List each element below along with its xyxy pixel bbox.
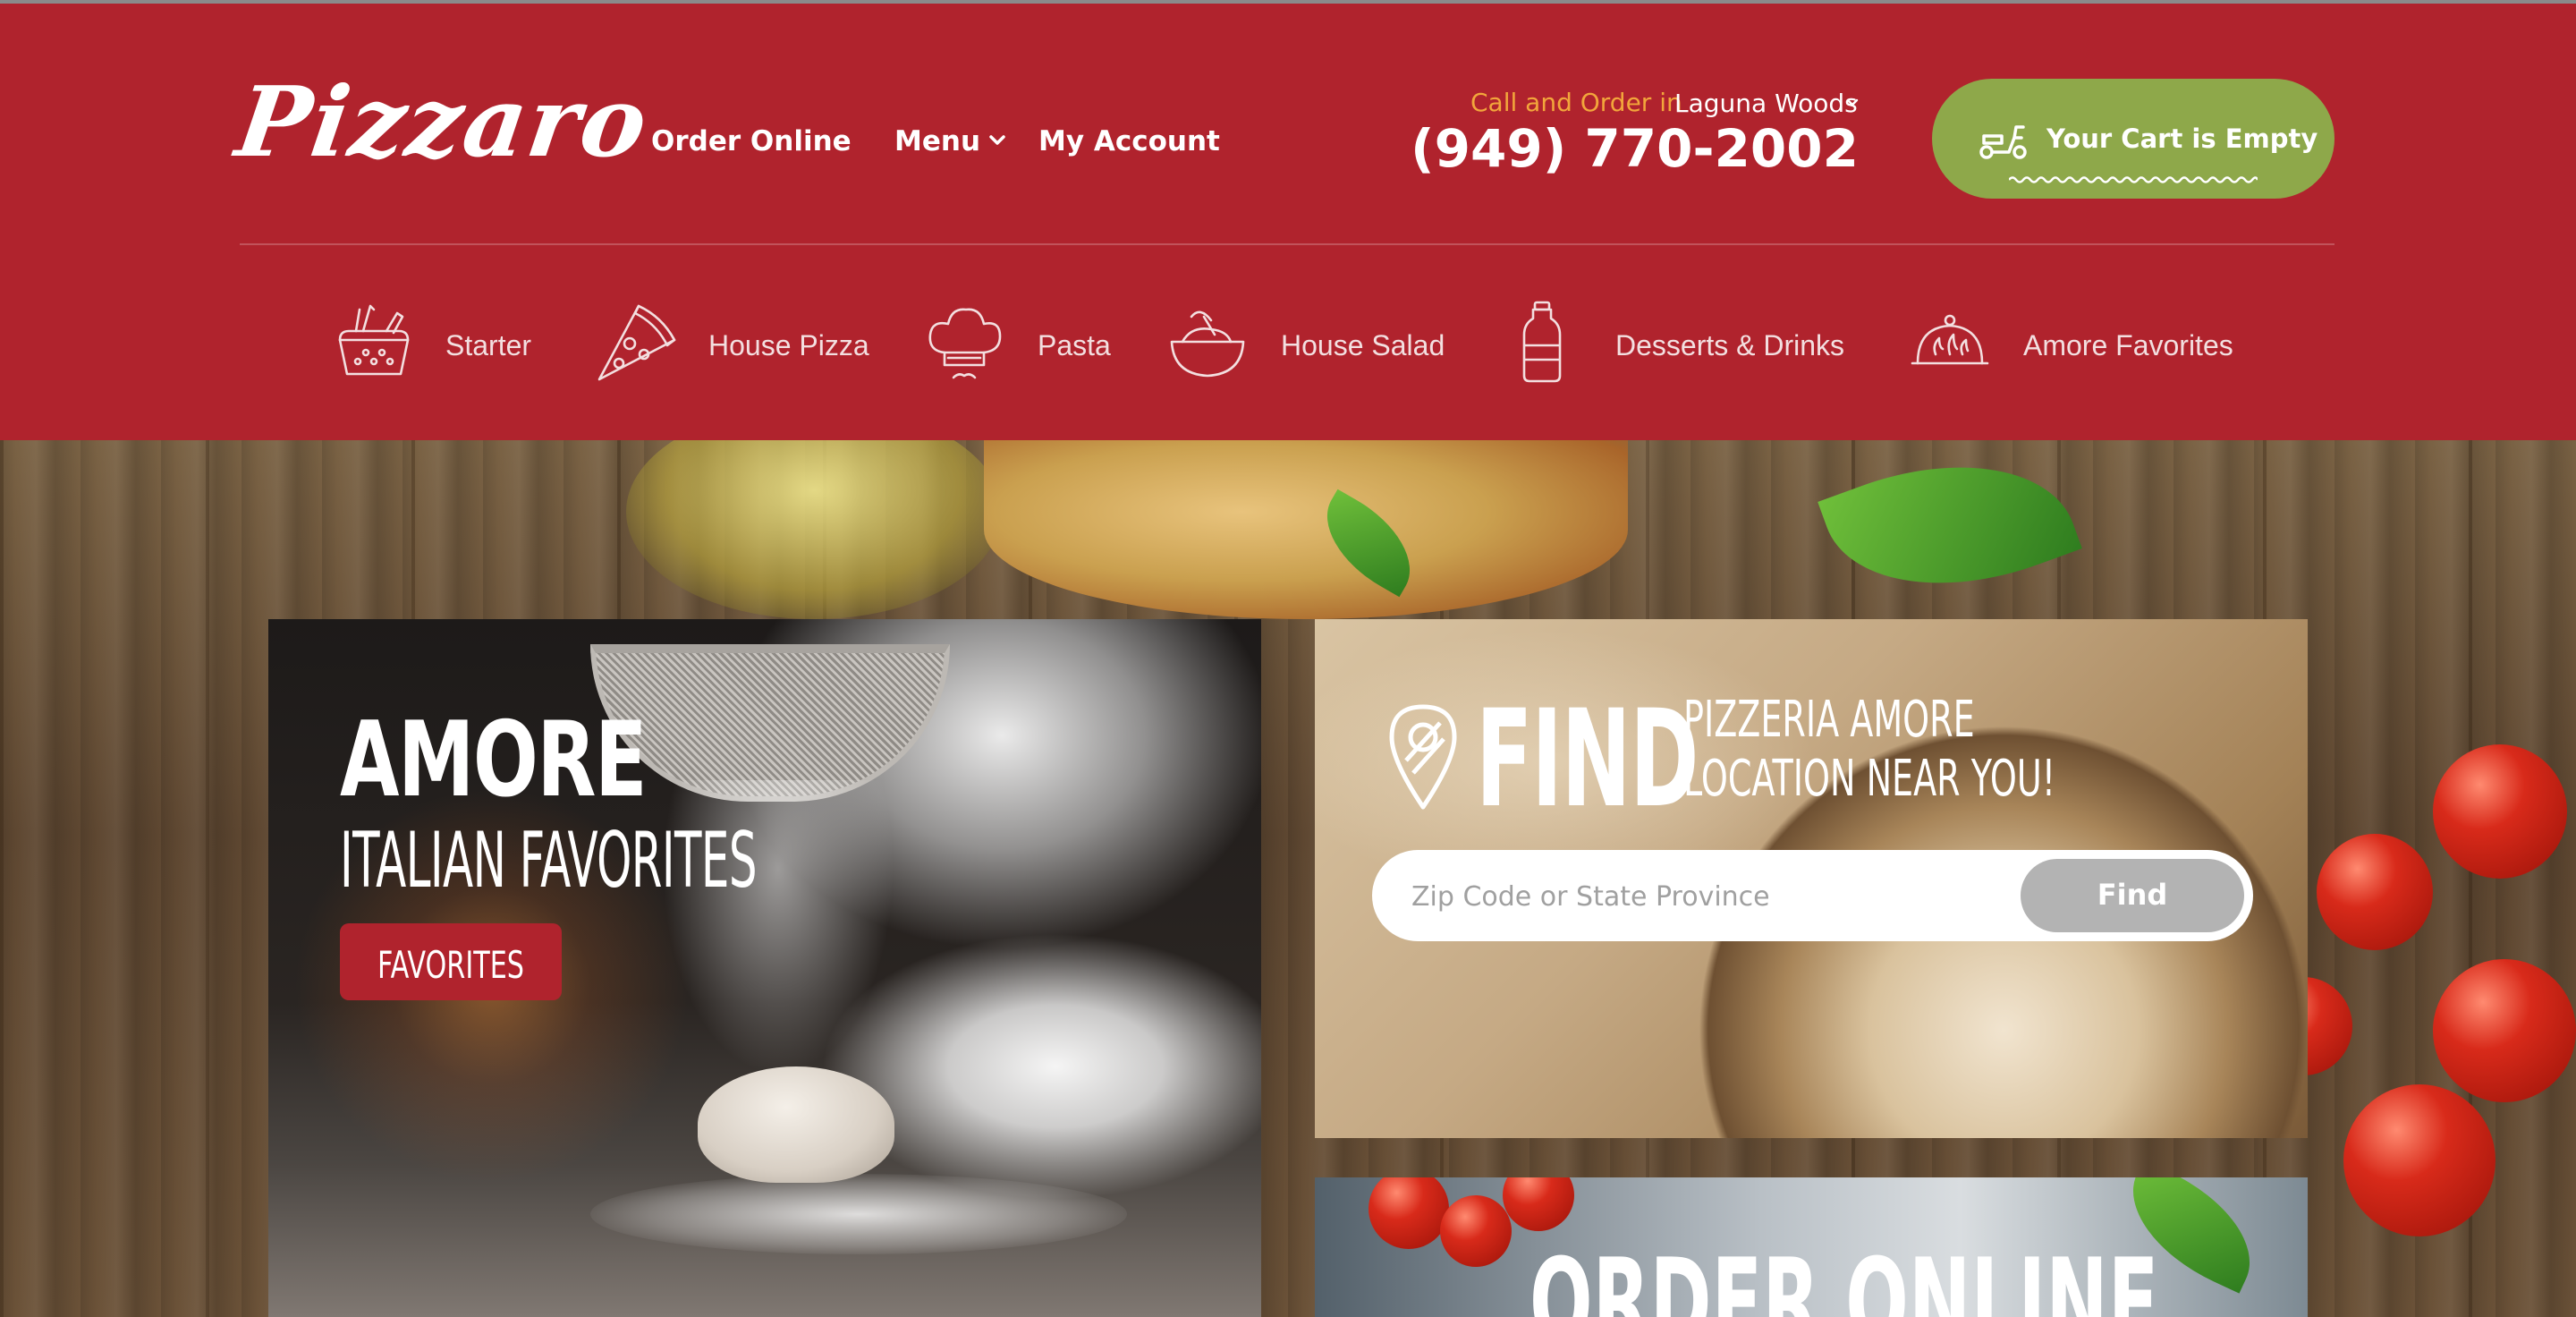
category-label: House Pizza [708,329,869,361]
category-desserts-drinks[interactable]: Desserts & Drinks [1499,299,1875,397]
cloche-icon [1911,314,1989,365]
category-pasta[interactable]: Pasta [921,299,1118,397]
location-selector[interactable]: Laguna Woods [1674,89,1858,118]
bottle-icon [1522,301,1562,383]
hero-section: AMORE ITALIAN FAVORITES FAVORITES FIND P… [0,440,2576,1317]
pizza-image [984,440,1628,619]
find-location-panel: FIND PIZZERIA AMORE LOCATION NEAR YOU! F… [1315,619,2308,1138]
header-divider [240,243,2334,245]
find-subtitle: PIZZERIA AMORE LOCATION NEAR YOU! [1683,691,2055,809]
find-subtitle-line-2: LOCATION NEAR YOU! [1683,750,2056,808]
basket-icon [338,304,410,376]
favorites-button[interactable]: FAVORITES [340,923,562,1000]
site-header: Pizzaro Order Online Menu My Account Cal… [0,4,2576,440]
tomato-image [2433,744,2567,879]
category-label: Pasta [1038,329,1111,361]
category-label: Desserts & Drinks [1615,329,1845,361]
scooter-icon [1979,125,2027,159]
chef-hat-icon [928,308,1002,379]
tomato-image [1503,1177,1574,1231]
cart-status-label: Your Cart is Empty [2046,123,2318,154]
olive-oil-bottle-image [626,440,1002,619]
cart-underline-wave [2009,176,2258,183]
tomato-image [2343,1084,2496,1236]
basil-leaf-image [1818,440,2082,628]
nav-menu[interactable]: Menu [894,125,980,157]
location-pin-icon [1389,704,1457,810]
amore-subtitle: ITALIAN FAVORITES [340,816,758,905]
category-label: Starter [445,329,532,361]
nav-order-online[interactable]: Order Online [651,125,852,157]
amore-favorites-panel[interactable]: AMORE ITALIAN FAVORITES FAVORITES [268,619,1261,1317]
category-house-salad[interactable]: House Salad [1165,299,1451,397]
call-and-order-label: Call and Order in [1470,88,1682,117]
tomato-image [1368,1177,1449,1249]
order-online-panel[interactable]: ORDER ONLINE [1315,1177,2308,1317]
category-amore-favorites[interactable]: Amore Favorites [1907,299,2265,397]
pizza-slice-icon [597,304,676,381]
zip-code-input[interactable] [1410,871,2021,922]
favorites-button-label: FAVORITES [377,943,525,987]
category-house-pizza[interactable]: House Pizza [592,299,869,397]
tomato-image [2317,834,2433,950]
phone-number[interactable]: (949) 770-2002 [1411,118,1859,179]
find-title: FIND [1476,682,1699,837]
dough-ball-image [698,1066,894,1183]
menu-chevron-down-icon[interactable] [987,131,1007,150]
find-button-label: Find [2097,878,2168,912]
tomato-image [2433,959,2576,1102]
cart-button[interactable]: Your Cart is Empty [1932,79,2334,199]
category-label: House Salad [1281,329,1445,361]
flour-surface-image [590,1174,1127,1254]
find-button[interactable]: Find [2021,859,2244,932]
find-subtitle-line-1: PIZZERIA AMORE [1683,691,1975,749]
category-starter[interactable]: Starter [331,299,546,397]
find-search-box: Find [1372,850,2253,941]
location-chevron-down-icon[interactable] [1846,97,1859,109]
salad-bowl-icon [1170,310,1245,378]
tomato-image [1440,1195,1512,1267]
amore-title: AMORE [340,700,648,820]
order-online-title: ORDER ONLINE [1530,1233,2159,1317]
category-label: Amore Favorites [2023,329,2233,361]
site-logo[interactable]: Pizzaro [230,66,656,179]
nav-my-account[interactable]: My Account [1038,125,1220,157]
